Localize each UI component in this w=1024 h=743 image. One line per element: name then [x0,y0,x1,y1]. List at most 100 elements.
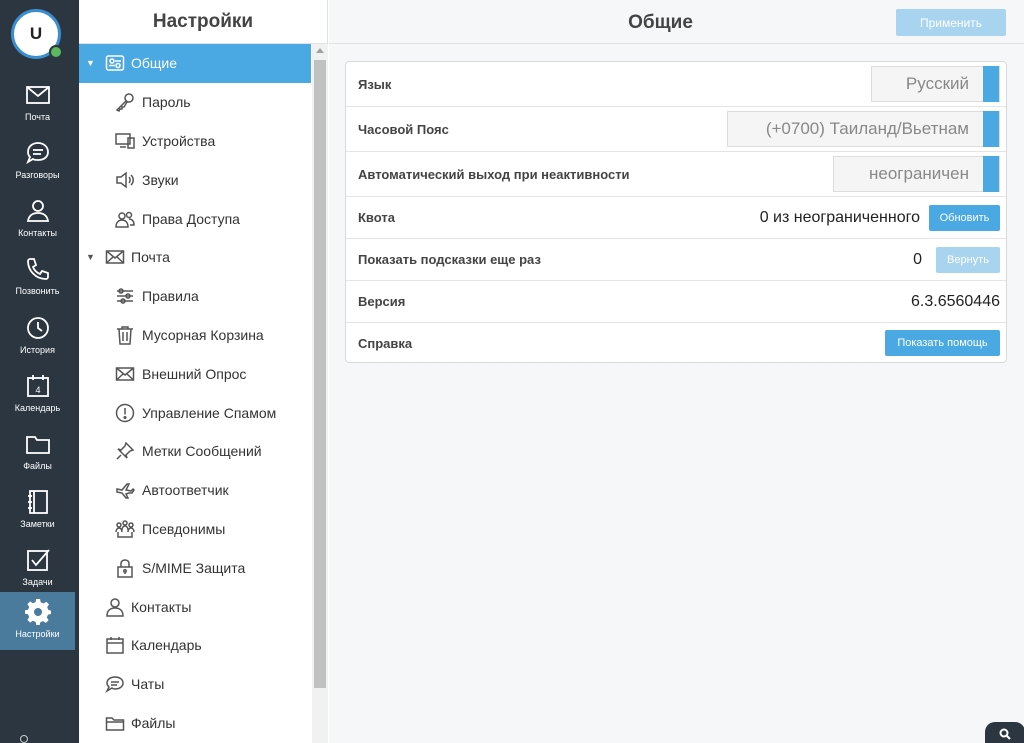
nav-item-sounds[interactable]: Звуки [79,160,311,199]
nav-item-external-poll[interactable]: Внешний Опрос [79,354,311,393]
nav-item-label: Почта [131,249,170,266]
nav-item-label: Автоответчик [142,482,229,499]
settings-nav-list: ▼ Общие Пароль Устройства Звуки Права До… [79,44,311,742]
language-select[interactable]: Русский [871,66,1000,102]
auto-logout-select[interactable]: неограничен [833,156,1000,192]
nav-item-devices[interactable]: Устройства [79,122,311,161]
rail-item-call[interactable]: Позвонить [0,249,75,307]
rail-item-settings[interactable]: Настройки [0,592,75,650]
rail-item-history[interactable]: История [0,308,75,366]
settings-switch-icon [105,53,125,73]
calendar-icon [105,635,125,655]
timezone-value: (+0700) Таиланд/Вьетнам [765,119,969,138]
folder-icon [25,436,50,454]
nav-item-label: Устройства [142,132,216,149]
rail-scroll-indicator [20,735,28,743]
user-avatar[interactable]: U [11,9,63,59]
nav-item-contacts[interactable]: Контакты [79,587,311,626]
scroll-thumb[interactable] [314,60,326,688]
rail-item-calendar[interactable]: 4 Календарь [0,366,75,424]
chat-icon [105,674,125,694]
tips-label: Показать подсказки еще раз [358,252,541,267]
envelope-icon [105,247,125,267]
envelope-icon [115,364,135,384]
version-value: 6.3.6560446 [911,292,1000,310]
nav-item-spam[interactable]: Управление Спамом [79,393,311,432]
group-icon [115,519,135,539]
checkbox-icon [26,549,50,571]
folder-icon [105,713,125,733]
nav-item-aliases[interactable]: Псевдонимы [79,510,311,549]
nav-item-label: Псевдонимы [142,520,226,537]
alert-icon [115,403,135,423]
show-help-button[interactable]: Показать помощь [885,330,1000,356]
rail-item-files[interactable]: Файлы [0,424,75,482]
presence-indicator [49,45,63,59]
plane-icon [115,480,135,500]
restore-button[interactable]: Вернуть [936,246,1000,273]
rail-item-tasks[interactable]: Задачи [0,540,75,598]
nav-item-label: Календарь [131,637,202,654]
general-settings-card: Язык Русский Часовой Пояс (+0700) Таилан… [345,61,1007,363]
devices-icon [115,131,135,151]
nav-item-mail[interactable]: ▼ Почта [79,238,311,277]
timezone-select[interactable]: (+0700) Таиланд/Вьетнам [727,111,1000,147]
key-icon [115,92,135,113]
nav-item-trash[interactable]: Мусорная Корзина [79,316,311,355]
trash-icon [115,325,135,345]
chat-icon [25,142,49,165]
nav-item-access-rights[interactable]: Права Доступа [79,199,311,238]
row-language: Язык Русский [346,62,1006,107]
nav-item-label: Звуки [142,171,179,188]
nav-item-rules[interactable]: Правила [79,277,311,316]
apply-button[interactable]: Применить [896,9,1006,36]
app-rail: U Почта Разговоры Контакты Позвонить Ист… [0,0,79,743]
calendar-icon: 4 [26,375,49,397]
gear-icon [24,599,51,625]
mail-icon [25,86,50,104]
nav-item-label: Контакты [131,598,192,615]
page-title: Общие [628,12,693,33]
timezone-label: Часовой Пояс [358,121,449,137]
quota-label: Квота [358,210,395,225]
clock-icon [26,317,49,339]
nav-item-label: Метки Сообщений [142,443,262,460]
nav-item-autoresponder[interactable]: Автоответчик [79,471,311,510]
rail-item-notes[interactable]: Заметки [0,482,75,540]
caret-down-icon[interactable]: ▼ [86,252,95,262]
rail-item-mail[interactable]: Почта [0,75,75,133]
speaker-icon [115,170,135,190]
language-label: Язык [358,76,392,92]
nav-item-label: Общие [131,55,178,72]
nav-item-label: Права Доступа [142,210,240,227]
rail-item-contacts[interactable]: Контакты [0,191,75,249]
select-handle[interactable] [983,111,999,147]
search-widget[interactable] [985,722,1024,743]
search-icon [999,728,1011,740]
row-auto-logout: Автоматический выход при неактивности не… [346,152,1006,197]
users-icon [115,209,135,229]
nav-scrollbar[interactable] [312,44,328,743]
nav-item-chats[interactable]: Чаты [79,665,311,704]
nav-item-label: S/MIME Защита [142,559,246,576]
select-handle[interactable] [983,66,999,102]
help-label: Справка [358,335,413,351]
svg-text:4: 4 [35,385,40,395]
nav-item-message-tags[interactable]: Метки Сообщений [79,432,311,471]
rail-item-conversations[interactable]: Разговоры [0,133,75,191]
nav-item-files[interactable]: Файлы [79,704,311,743]
row-tips: Показать подсказки еще раз 0 Вернуть [346,239,1006,281]
pin-icon [115,441,135,461]
refresh-button[interactable]: Обновить [929,204,1000,231]
nav-item-general[interactable]: ▼ Общие [79,44,311,83]
lock-icon [115,558,135,578]
select-handle[interactable] [983,156,999,192]
scroll-up-arrow-icon[interactable] [316,48,324,53]
nav-item-calendar[interactable]: Календарь [79,626,311,665]
phone-icon [26,258,49,280]
caret-down-icon[interactable]: ▼ [86,58,95,68]
nav-item-label: Мусорная Корзина [142,326,264,343]
nav-item-smime[interactable]: S/MIME Защита [79,548,311,587]
contact-icon [105,597,125,617]
nav-item-password[interactable]: Пароль [79,83,311,122]
